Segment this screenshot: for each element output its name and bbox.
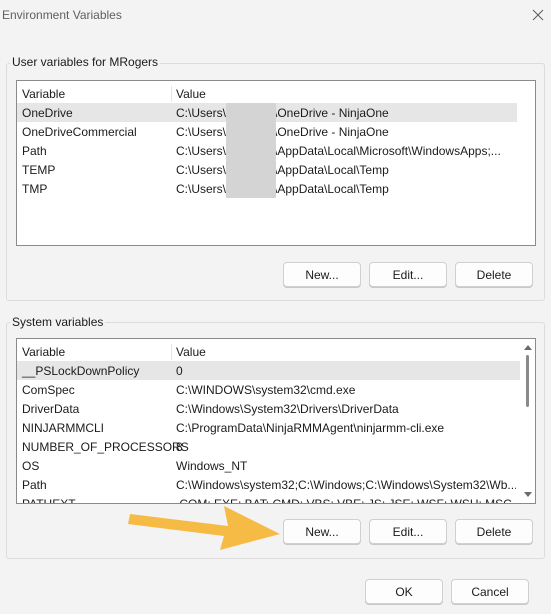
row-variable: DriverData [22, 401, 80, 416]
title-bar: Environment Variables [0, 0, 551, 30]
table-row[interactable]: TEMP C:\Users\ \AppData\Local\Temp [17, 160, 517, 179]
chevron-up-icon [524, 345, 532, 350]
chevron-down-icon [524, 492, 532, 497]
system-list-scrollbar[interactable] [522, 341, 534, 501]
table-row[interactable]: OS Windows_NT [17, 456, 520, 475]
user-delete-button[interactable]: Delete [455, 262, 533, 287]
ok-button[interactable]: OK [365, 579, 443, 604]
table-row[interactable]: TMP C:\Users\ \AppData\Local\Temp [17, 179, 517, 198]
list-header: Variable Value [17, 84, 535, 103]
table-row[interactable]: NINJARMMCLI C:\ProgramData\NinjaRMMAgent\… [17, 418, 520, 437]
value-prefix: C:\Users\ [176, 162, 227, 177]
row-value: C:\Windows\system32;C:\Windows;C:\Window… [176, 477, 516, 492]
row-variable: TMP [22, 181, 48, 196]
table-row[interactable]: OneDriveCommercial C:\Users\ \OneDrive - N… [17, 122, 517, 141]
system-delete-button[interactable]: Delete [455, 519, 533, 544]
column-separator [171, 344, 172, 360]
row-variable: OneDriveCommercial [22, 124, 137, 139]
row-value: 8 [176, 439, 183, 454]
row-variable: TEMP [22, 162, 56, 177]
row-variable: PATHEXT [22, 496, 76, 504]
close-icon [532, 9, 544, 21]
table-row[interactable]: PATHEXT .COM;.EXE;.BAT;.CMD;.VBS;.VBE;.JS… [17, 494, 520, 504]
value-prefix: C:\Users\ [176, 143, 227, 158]
row-value: Windows_NT [176, 458, 248, 473]
window-title: Environment Variables [2, 8, 122, 22]
list-header: Variable Value [17, 342, 535, 361]
value-suffix: \OneDrive - NinjaOne [274, 124, 389, 139]
user-variables-label: User variables for MRogers [10, 55, 161, 69]
close-button[interactable] [526, 4, 550, 26]
value-suffix: \AppData\Local\Microsoft\WindowsApps;... [274, 143, 501, 158]
row-value: C:\Users\ \OneDrive - NinjaOne [176, 122, 389, 141]
row-value: C:\Users\ \AppData\Local\Temp [176, 179, 389, 198]
row-variable: OneDrive [22, 105, 73, 120]
redacted-username [226, 122, 277, 141]
system-variables-list[interactable]: Variable Value __PSLockDownPolicy 0 ComSpe… [16, 338, 536, 504]
cancel-button[interactable]: Cancel [451, 579, 529, 604]
value-suffix: \OneDrive - NinjaOne [274, 105, 389, 120]
column-header-value[interactable]: Value [176, 87, 206, 101]
table-row[interactable]: ComSpec C:\WINDOWS\system32\cmd.exe [17, 380, 520, 399]
row-variable: __PSLockDownPolicy [22, 363, 140, 378]
user-edit-button[interactable]: Edit... [369, 262, 447, 287]
row-variable: Path [22, 143, 47, 158]
row-value: .COM;.EXE;.BAT;.CMD;.VBS;.VBE;.JS;.JSE;.… [176, 496, 512, 504]
row-variable: ComSpec [22, 382, 75, 397]
system-edit-button[interactable]: Edit... [369, 519, 447, 544]
table-row[interactable]: DriverData C:\Windows\System32\Drivers\Dr… [17, 399, 520, 418]
row-value: C:\ProgramData\NinjaRMMAgent\ninjarmm-cl… [176, 420, 445, 435]
value-prefix: C:\Users\ [176, 124, 227, 139]
system-new-button[interactable]: New... [283, 519, 361, 544]
scroll-thumb[interactable] [526, 355, 529, 407]
row-value: C:\Users\ \AppData\Local\Temp [176, 160, 389, 179]
row-value: C:\Windows\System32\Drivers\DriverData [176, 401, 399, 416]
scroll-up-button[interactable] [522, 341, 534, 353]
table-row[interactable]: NUMBER_OF_PROCESSORS 8 [17, 437, 520, 456]
value-prefix: C:\Users\ [176, 181, 227, 196]
row-value: C:\Users\ \AppData\Local\Microsoft\Window… [176, 141, 501, 160]
user-variables-list[interactable]: Variable Value OneDrive C:\Users\ \OneDriv… [16, 80, 536, 246]
column-header-variable[interactable]: Variable [22, 87, 65, 101]
redacted-username [226, 160, 277, 179]
column-separator [171, 86, 172, 102]
scroll-down-button[interactable] [522, 489, 534, 501]
table-row[interactable]: __PSLockDownPolicy 0 [17, 361, 520, 380]
system-variables-label: System variables [10, 315, 106, 329]
row-variable: OS [22, 458, 40, 473]
column-header-value[interactable]: Value [176, 345, 206, 359]
row-variable: Path [22, 477, 47, 492]
row-value: 0 [176, 363, 183, 378]
row-variable: NINJARMMCLI [22, 420, 105, 435]
row-value: C:\Users\ \OneDrive - NinjaOne [176, 103, 389, 122]
row-value: C:\WINDOWS\system32\cmd.exe [176, 382, 356, 397]
redacted-username [226, 141, 277, 160]
value-prefix: C:\Users\ [176, 105, 227, 120]
row-variable: NUMBER_OF_PROCESSORS [22, 439, 189, 454]
value-suffix: \AppData\Local\Temp [274, 162, 389, 177]
user-new-button[interactable]: New... [283, 262, 361, 287]
table-row[interactable]: Path C:\Users\ \AppData\Local\Microsoft\Wi… [17, 141, 517, 160]
column-header-variable[interactable]: Variable [22, 345, 65, 359]
value-suffix: \AppData\Local\Temp [274, 181, 389, 196]
redacted-username [226, 179, 277, 198]
table-row[interactable]: OneDrive C:\Users\ \OneDrive - NinjaOne [17, 103, 517, 122]
redacted-username [226, 103, 277, 122]
table-row[interactable]: Path C:\Windows\system32;C:\Windows;C:\Wi… [17, 475, 520, 494]
